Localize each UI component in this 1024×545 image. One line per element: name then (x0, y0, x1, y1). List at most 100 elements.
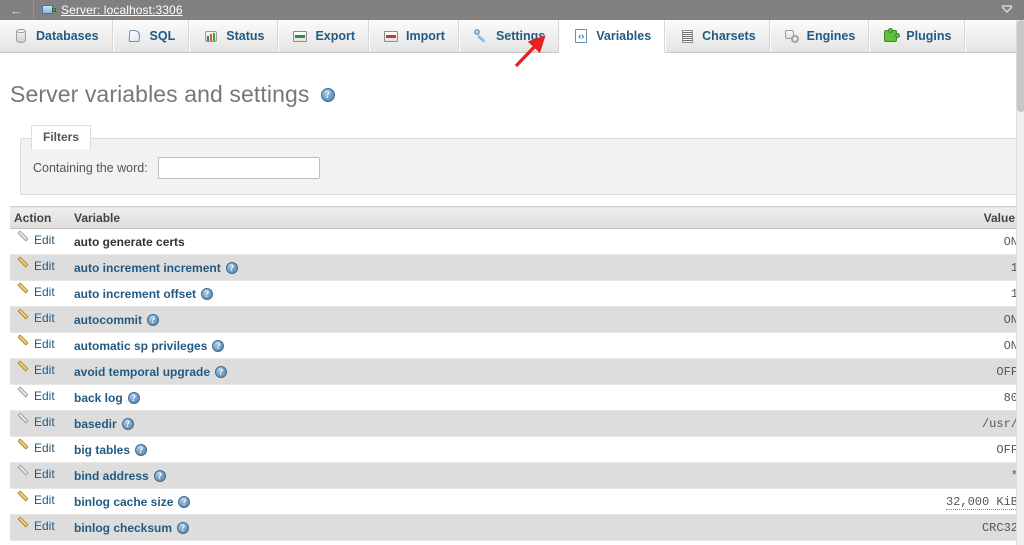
edit-variable-link[interactable]: Edit (16, 412, 55, 429)
row-variable-cell: automatic sp privileges? (68, 332, 708, 359)
documentation-help-icon[interactable]: ? (177, 521, 190, 534)
edit-variable-link[interactable]: Edit (16, 516, 55, 533)
page-title: Server variables and settings ? (10, 81, 1014, 114)
tab-sql[interactable]: SQL (112, 20, 190, 52)
edit-variable-link[interactable]: Edit (16, 360, 55, 377)
tab-engines[interactable]: Engines (769, 20, 870, 52)
edit-label: Edit (34, 389, 55, 403)
variable-name[interactable]: bind address (74, 469, 149, 483)
code-page-icon: ‹› (573, 28, 589, 44)
variable-name[interactable]: binlog checksum (74, 521, 172, 535)
row-action-cell: Edit (10, 462, 68, 489)
pencil-edit-icon (16, 256, 30, 273)
tab-import[interactable]: Import (369, 20, 459, 52)
documentation-help-icon[interactable]: ? (215, 365, 228, 378)
table-row: Edit big tables? OFF (10, 436, 1024, 463)
documentation-help-icon[interactable]: ? (212, 339, 225, 352)
variable-value: OFF (996, 442, 1018, 457)
tab-variables[interactable]: ‹› Variables (559, 20, 666, 53)
variable-value: /usr/ (981, 416, 1018, 431)
column-header-value[interactable]: Value (708, 206, 1024, 229)
row-action-cell: Edit (10, 410, 68, 437)
variable-name[interactable]: binlog cache size (74, 495, 173, 509)
variable-name: auto generate certs (74, 234, 185, 249)
edit-variable-link[interactable]: Edit (16, 308, 55, 325)
row-value-cell: ON (708, 332, 1024, 359)
edit-variable-link[interactable]: Edit (16, 464, 55, 481)
table-row: Edit binlog cache size? 32,000 KiB (10, 488, 1024, 515)
import-icon (383, 28, 399, 44)
documentation-help-icon[interactable]: ? (127, 391, 140, 404)
page-title-text: Server variables and settings (10, 81, 310, 107)
tab-settings[interactable]: Settings (458, 20, 560, 52)
row-value-cell: 80 (708, 384, 1024, 411)
server-variables-table: Action Variable Value Edit auto generate … (10, 206, 1024, 541)
server-title: Server: localhost:3306 (61, 3, 183, 17)
documentation-help-icon[interactable]: ? (121, 417, 134, 430)
edit-variable-link[interactable]: Edit (16, 438, 55, 455)
scrollbar-thumb[interactable] (1017, 20, 1024, 112)
vertical-scrollbar[interactable] (1016, 20, 1024, 545)
variable-name[interactable]: auto increment increment (74, 261, 221, 275)
pencil-edit-icon (16, 464, 30, 481)
tab-charsets[interactable]: Charsets (665, 20, 770, 52)
row-action-cell: Edit (10, 306, 68, 333)
variable-name[interactable]: back log (74, 391, 123, 405)
row-action-cell: Edit (10, 228, 68, 255)
variable-name[interactable]: basedir (74, 417, 117, 431)
table-row: Edit auto increment increment? 1 (10, 254, 1024, 281)
documentation-help-icon[interactable]: ? (201, 287, 214, 300)
tab-sql-label: SQL (149, 28, 176, 43)
pencil-edit-icon (16, 490, 30, 507)
documentation-help-icon[interactable]: ? (147, 313, 160, 326)
variable-name[interactable]: auto increment offset (74, 287, 196, 301)
filters-legend: Filters (31, 125, 92, 150)
variable-value: OFF (996, 364, 1018, 379)
documentation-help-icon[interactable]: ? (320, 87, 335, 102)
window-title-bar: ← Server: localhost:3306 (0, 0, 1024, 20)
documentation-help-icon[interactable]: ? (225, 261, 238, 274)
puzzle-icon (883, 28, 901, 44)
edit-variable-link[interactable]: Edit (16, 334, 55, 351)
search-input[interactable] (157, 157, 320, 179)
server-monitor-icon (42, 4, 56, 16)
tab-databases[interactable]: Databases (0, 20, 113, 52)
tab-status[interactable]: Status (189, 20, 279, 52)
edit-label: Edit (34, 441, 55, 455)
edit-label: Edit (34, 493, 55, 507)
server-variables-body: Edit auto generate certs ON Edit auto increm… (10, 228, 1024, 541)
edit-variable-link[interactable]: Edit (16, 282, 55, 299)
row-action-cell: Edit (10, 436, 68, 463)
row-action-cell: Edit (10, 358, 68, 385)
variable-name[interactable]: autocommit (74, 313, 142, 327)
back-arrow-icon[interactable]: ← (0, 0, 34, 20)
variable-name[interactable]: automatic sp privileges (74, 339, 207, 353)
edit-variable-link[interactable]: Edit (16, 256, 55, 273)
column-header-variable[interactable]: Variable (68, 206, 708, 229)
tab-import-label: Import (406, 28, 445, 43)
row-variable-cell: auto increment increment? (68, 254, 708, 281)
variable-name[interactable]: avoid temporal upgrade (74, 365, 210, 379)
table-row: Edit autocommit? ON (10, 306, 1024, 333)
tab-export[interactable]: Export (278, 20, 370, 52)
collapse-up-icon[interactable] (996, 0, 1018, 20)
row-variable-cell: big tables? (68, 436, 708, 463)
tab-plugins-label: Plugins (906, 28, 952, 43)
documentation-help-icon[interactable]: ? (178, 495, 191, 508)
tab-charsets-label: Charsets (702, 28, 756, 43)
variable-value: CRC32 (981, 520, 1018, 535)
documentation-help-icon[interactable]: ? (153, 469, 166, 482)
edit-label: Edit (34, 311, 55, 325)
pencil-edit-icon (16, 516, 30, 533)
table-row: Edit auto increment offset? 1 (10, 280, 1024, 307)
variable-name[interactable]: big tables (74, 443, 130, 457)
edit-variable-link[interactable]: Edit (16, 386, 55, 403)
edit-variable-link[interactable]: Edit (16, 490, 55, 507)
edit-label: Edit (34, 519, 55, 533)
documentation-help-icon[interactable]: ? (135, 443, 148, 456)
column-header-action[interactable]: Action (10, 206, 68, 229)
tab-plugins[interactable]: Plugins (869, 20, 966, 52)
edit-variable-link[interactable]: Edit (16, 230, 55, 247)
edit-label: Edit (34, 337, 55, 351)
row-action-cell: Edit (10, 254, 68, 281)
